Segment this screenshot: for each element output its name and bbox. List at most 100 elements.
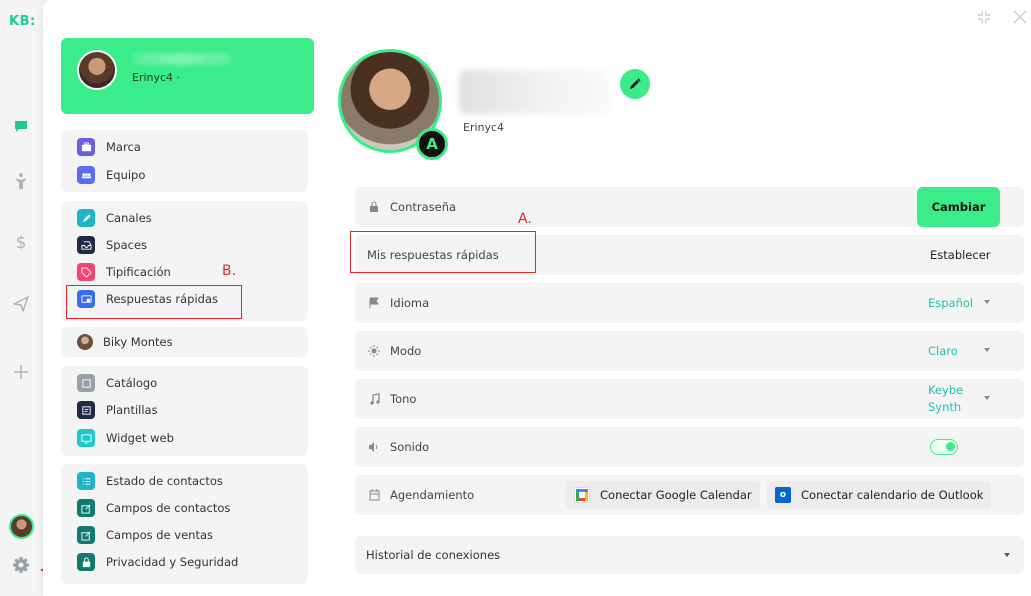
profile-card[interactable]: Erinyc4 · bbox=[61, 38, 314, 114]
mode-select[interactable]: Claro bbox=[928, 331, 958, 371]
tone-value-line1: Keybe bbox=[928, 383, 964, 397]
connect-outlook-button[interactable]: o Conectar calendario de Outlook bbox=[767, 481, 992, 509]
template-icon bbox=[77, 401, 95, 419]
app-logo: KB: bbox=[9, 14, 36, 29]
sidebar-item-campos-ventas[interactable]: Campos de ventas bbox=[77, 525, 213, 545]
annotation-box-a bbox=[350, 231, 536, 273]
sidebar-item-label: Estado de contactos bbox=[106, 474, 223, 488]
profile-avatar bbox=[77, 50, 117, 90]
sound-toggle[interactable] bbox=[930, 439, 958, 455]
sidebar-item-label: Privacidad y Seguridad bbox=[106, 555, 239, 569]
google-calendar-label: Conectar Google Calendar bbox=[600, 488, 752, 502]
sidebar-item-canales[interactable]: Canales bbox=[77, 208, 152, 228]
list-icon bbox=[77, 472, 95, 490]
tag-icon bbox=[77, 263, 95, 281]
sidebar-group-account: Biky Montes bbox=[61, 327, 308, 357]
music-icon bbox=[367, 392, 381, 406]
sidebar-item-privacidad[interactable]: Privacidad y Seguridad bbox=[77, 552, 238, 572]
sidebar-item-label: Marca bbox=[106, 140, 141, 154]
team-icon bbox=[77, 166, 95, 184]
rocket-icon bbox=[77, 209, 95, 227]
password-label: Contraseña bbox=[390, 200, 457, 214]
sidebar-item-widget-web[interactable]: Widget web bbox=[77, 428, 174, 448]
catalog-icon bbox=[77, 374, 95, 392]
language-row: Idioma Español bbox=[355, 283, 1024, 323]
lock-icon bbox=[367, 200, 381, 214]
flag-icon bbox=[367, 296, 381, 310]
connection-history-row[interactable]: Historial de conexiones bbox=[355, 536, 1024, 574]
chat-icon[interactable] bbox=[12, 117, 30, 135]
sidebar-item-catalogo[interactable]: Catálogo bbox=[77, 373, 157, 393]
send-icon[interactable] bbox=[12, 295, 30, 313]
sidebar-item-campos-contactos[interactable]: Campos de contactos bbox=[77, 498, 230, 518]
history-label: Historial de conexiones bbox=[366, 548, 501, 562]
sidebar-item-tipificacion[interactable]: Tipificación bbox=[77, 262, 171, 282]
tone-row: Tono Keybe Synth bbox=[355, 379, 1024, 419]
sound-label: Sonido bbox=[390, 440, 430, 454]
calendar-icon bbox=[367, 488, 381, 502]
profile-username: Erinyc4 · bbox=[132, 71, 181, 84]
annotation-box-b bbox=[66, 285, 242, 319]
language-select[interactable]: Español bbox=[928, 283, 973, 323]
edit-icon bbox=[77, 499, 95, 517]
change-password-button[interactable]: Cambiar bbox=[917, 187, 1000, 227]
chevron-down-icon[interactable] bbox=[984, 300, 990, 304]
toggle-knob bbox=[946, 442, 955, 451]
chevron-down-icon[interactable] bbox=[984, 348, 990, 352]
outlook-label: Conectar calendario de Outlook bbox=[801, 488, 984, 502]
scheduling-label: Agendamiento bbox=[390, 488, 475, 502]
set-quick-replies-button[interactable]: Establecer bbox=[930, 248, 991, 262]
sidebar-group-brand: Marca Equipo bbox=[61, 130, 308, 192]
chevron-down-icon[interactable] bbox=[1004, 553, 1010, 557]
gear-icon[interactable] bbox=[11, 555, 31, 575]
edit-profile-button[interactable] bbox=[620, 69, 650, 99]
speaker-icon bbox=[367, 440, 381, 454]
sidebar-item-plantillas[interactable]: Plantillas bbox=[77, 400, 158, 420]
plus-icon[interactable] bbox=[12, 363, 30, 381]
avatar bbox=[77, 334, 93, 350]
sidebar-item-spaces[interactable]: Spaces bbox=[77, 235, 147, 255]
chevron-down-icon[interactable] bbox=[984, 396, 990, 400]
sidebar-item-label: Plantillas bbox=[106, 403, 158, 417]
annotation-label-a: A. bbox=[518, 211, 532, 227]
google-calendar-icon bbox=[574, 487, 590, 503]
inbox-icon bbox=[77, 236, 95, 254]
sound-row: Sonido bbox=[355, 427, 1024, 467]
sidebar-group-catalog: Catálogo Plantillas Widget web bbox=[61, 366, 308, 456]
tone-value-line2: Synth bbox=[928, 400, 962, 414]
pencil-icon bbox=[630, 78, 641, 89]
briefcase-icon bbox=[77, 138, 95, 156]
sidebar-item-label: Campos de ventas bbox=[106, 528, 214, 542]
people-icon[interactable] bbox=[12, 172, 30, 190]
outlook-icon: o bbox=[775, 487, 791, 503]
annotation-label-b: B. bbox=[222, 263, 237, 279]
connect-google-calendar-button[interactable]: Conectar Google Calendar bbox=[566, 481, 760, 509]
app-rail: KB: $ bbox=[0, 0, 43, 596]
sidebar-item-label: Widget web bbox=[106, 431, 174, 445]
minimize-icon[interactable] bbox=[975, 8, 993, 26]
sidebar-item-equipo[interactable]: Equipo bbox=[77, 165, 145, 185]
user-avatar[interactable] bbox=[9, 514, 34, 539]
dollar-icon[interactable]: $ bbox=[12, 233, 30, 253]
sidebar-item-label: Catálogo bbox=[106, 376, 158, 390]
sidebar-item-label: Campos de contactos bbox=[106, 501, 231, 515]
sidebar-item-biky-montes[interactable]: Biky Montes bbox=[77, 332, 173, 352]
sidebar-item-label: Canales bbox=[106, 211, 152, 225]
sidebar-item-estado-contactos[interactable]: Estado de contactos bbox=[77, 471, 223, 491]
profile-username-main: Erinyc4 bbox=[463, 121, 505, 134]
language-label: Idioma bbox=[390, 296, 430, 310]
sidebar-item-label: Tipificación bbox=[106, 265, 171, 279]
mode-row: Modo Claro bbox=[355, 331, 1024, 371]
blurred-display-name bbox=[459, 70, 609, 114]
blurred-name bbox=[132, 53, 232, 65]
sidebar-item-marca[interactable]: Marca bbox=[77, 137, 141, 157]
sidebar-group-contacts: Estado de contactos Campos de contactos … bbox=[61, 464, 308, 584]
edit-icon bbox=[77, 526, 95, 544]
sun-icon bbox=[367, 344, 381, 358]
tone-select[interactable]: Keybe Synth bbox=[928, 379, 963, 419]
widget-icon bbox=[77, 429, 95, 447]
sidebar-item-label: Equipo bbox=[106, 168, 146, 182]
close-icon[interactable] bbox=[1011, 8, 1029, 26]
sidebar-item-label: Spaces bbox=[106, 238, 148, 252]
lock-icon bbox=[77, 553, 95, 571]
